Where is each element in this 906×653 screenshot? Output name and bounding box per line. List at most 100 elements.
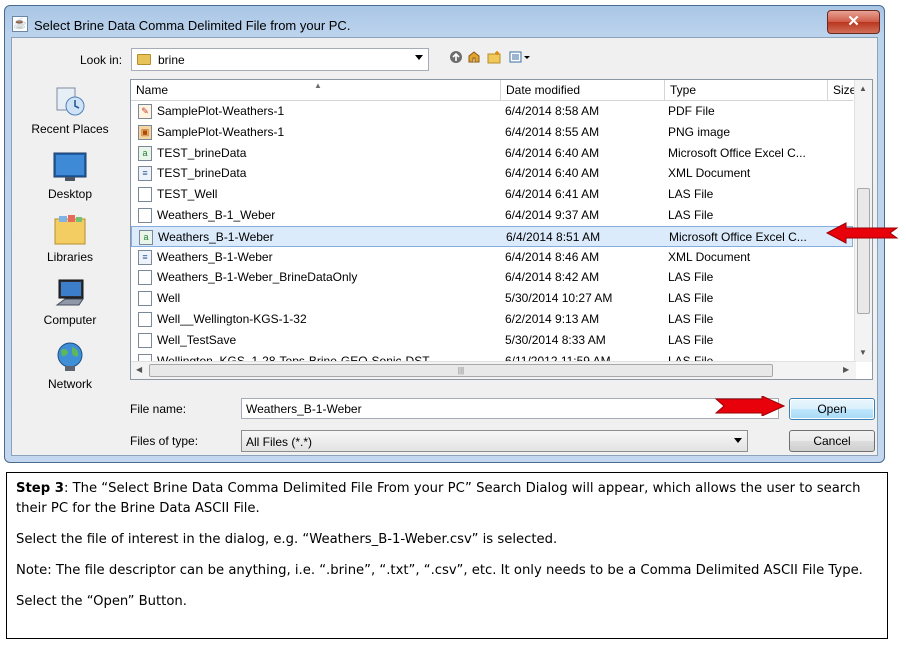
file-date-modified: 6/4/2014 6:40 AM: [505, 166, 600, 181]
file-name: TEST_brineData: [157, 166, 247, 181]
file-date-modified: 6/2/2014 9:13 AM: [505, 312, 600, 326]
las-file-icon: [138, 312, 152, 327]
up-one-level-icon[interactable]: [448, 50, 464, 66]
file-type: XML Document: [668, 249, 751, 264]
file-name: Weathers_B-1-Weber: [157, 249, 273, 264]
recent-places-icon: [53, 86, 87, 118]
dialog-body: Look in: brine Recent Places Desktop Lib…: [11, 37, 878, 456]
file-row[interactable]: ≡ TEST_brineData 6/4/2014 6:40 AM XML Docum…: [131, 163, 853, 184]
file-name: Weathers_B-1-Weber: [158, 229, 274, 244]
sort-ascending-icon: ▲: [314, 81, 322, 90]
caption-step: Step 3: The “Select Brine Data Comma Del…: [16, 479, 878, 519]
horizontal-scrollbar[interactable]: ◀ ||| ▶: [131, 361, 856, 379]
scroll-left-icon[interactable]: ◀: [136, 365, 142, 374]
libraries-icon: [53, 214, 87, 246]
instruction-caption: Step 3: The “Select Brine Data Comma Del…: [6, 472, 888, 639]
file-row[interactable]: Well_TestSave 5/30/2014 8:33 AM LAS File: [131, 330, 853, 351]
scroll-right-icon[interactable]: ▶: [843, 365, 849, 374]
place-label: Computer: [43, 313, 97, 327]
close-button[interactable]: ✕: [827, 10, 880, 34]
file-name-label: File name:: [130, 402, 187, 416]
las-file-icon: [138, 270, 152, 286]
excel-csv-file-icon: a: [139, 229, 153, 245]
file-row[interactable]: a TEST_brineData 6/4/2014 6:40 AM Microsoft…: [131, 143, 853, 164]
file-name: Well__Wellington-KGS-1-32: [157, 312, 307, 326]
file-list[interactable]: Name ▲ Date modified Type Size ✎ SamplePl…: [130, 79, 873, 380]
chevron-down-icon: [734, 438, 742, 443]
file-name: Weathers_B-1_Weber: [157, 208, 276, 222]
place-libraries[interactable]: Libraries: [22, 214, 118, 264]
scroll-down-icon[interactable]: ▼: [859, 348, 867, 357]
file-name-input[interactable]: Weathers_B-1-Weber: [241, 398, 779, 419]
file-date-modified: 6/4/2014 8:55 AM: [505, 124, 600, 139]
place-network[interactable]: Network: [22, 341, 118, 391]
file-date-modified: 6/4/2014 6:41 AM: [505, 187, 600, 202]
place-label: Network: [47, 377, 92, 391]
file-type: Microsoft Office Excel C...: [669, 229, 807, 244]
file-name: TEST_brineData: [157, 145, 247, 160]
file-date-modified: 6/4/2014 8:46 AM: [505, 249, 600, 264]
file-type: Microsoft Office Excel C...: [668, 145, 806, 160]
network-icon: [53, 341, 87, 373]
file-row[interactable]: ▣ SamplePlot-Weathers-1 6/4/2014 8:55 AM PN…: [131, 122, 853, 143]
file-name: SamplePlot-Weathers-1: [157, 124, 285, 139]
xml-file-icon: ≡: [138, 166, 152, 182]
new-folder-icon[interactable]: [486, 50, 502, 66]
file-type: LAS File: [668, 291, 714, 306]
las-file-icon: [138, 332, 152, 348]
caption-paragraph: Select the “Open” Button.: [16, 594, 187, 609]
file-row[interactable]: Well 5/30/2014 10:27 AM LAS File: [131, 288, 853, 309]
file-type: XML Document: [668, 166, 751, 181]
file-type: LAS File: [668, 312, 714, 326]
look-in-label: Look in:: [80, 53, 123, 67]
desktop-icon: [53, 151, 87, 183]
file-name: Weathers_B-1-Weber_BrineDataOnly: [157, 270, 358, 285]
place-recent-places[interactable]: Recent Places: [22, 86, 118, 136]
file-row[interactable]: Well__Wellington-KGS-1-32 6/2/2014 9:13 A…: [131, 309, 853, 330]
annotation-arrow-open-button: [715, 396, 785, 416]
cancel-button[interactable]: Cancel: [789, 430, 875, 452]
png-file-icon: ▣: [138, 124, 152, 140]
dialog-title: Select Brine Data Comma Delimited File f…: [34, 18, 351, 33]
file-row-selected[interactable]: a Weathers_B-1-Weber 6/4/2014 8:51 AM Micro…: [131, 225, 853, 247]
file-row[interactable]: Weathers_B-1_Weber 6/4/2014 9:37 AM LAS Fi…: [131, 205, 853, 226]
home-icon[interactable]: [466, 50, 482, 66]
title-bar[interactable]: ☕ Select Brine Data Comma Delimited File…: [5, 6, 884, 36]
las-file-icon: [138, 291, 152, 307]
files-of-type-dropdown[interactable]: All Files (*.*): [241, 430, 748, 452]
pdf-file-icon: ✎: [138, 104, 152, 119]
open-button[interactable]: Open: [789, 398, 875, 420]
look-in-dropdown[interactable]: brine: [131, 48, 429, 71]
file-date-modified: 5/30/2014 10:27 AM: [505, 291, 613, 306]
vertical-scrollbar[interactable]: ▲ ▼: [854, 80, 872, 362]
java-app-icon: ☕: [12, 16, 28, 32]
file-date-modified: 6/4/2014 8:42 AM: [505, 270, 600, 285]
file-name: Well: [157, 291, 181, 306]
column-header-date[interactable]: Date modified: [501, 80, 665, 100]
file-row[interactable]: ✎ SamplePlot-Weathers-1 6/4/2014 8:58 AM PD…: [131, 101, 853, 122]
annotation-arrow-selected-file: [826, 222, 898, 244]
excel-csv-file-icon: a: [138, 145, 152, 161]
file-date-modified: 5/30/2014 8:33 AM: [505, 332, 606, 347]
file-date-modified: 6/4/2014 8:51 AM: [506, 229, 601, 244]
look-in-value: brine: [158, 53, 185, 67]
chevron-down-icon: [415, 55, 423, 60]
scroll-up-icon[interactable]: ▲: [859, 84, 867, 93]
file-row[interactable]: ≡ Weathers_B-1-Weber 6/4/2014 8:46 AM XML D…: [131, 247, 853, 268]
view-menu-icon[interactable]: [508, 50, 532, 66]
place-label: Recent Places: [31, 122, 109, 136]
place-desktop[interactable]: Desktop: [22, 151, 118, 201]
place-label: Desktop: [47, 187, 93, 201]
file-row[interactable]: Weathers_B-1-Weber_BrineDataOnly 6/4/2014…: [131, 267, 853, 288]
files-of-type-label: Files of type:: [130, 434, 199, 448]
place-computer[interactable]: Computer: [22, 277, 118, 327]
step-text: : The “Select Brine Data Comma Delimited…: [16, 481, 861, 516]
file-chooser-dialog: ☕ Select Brine Data Comma Delimited File…: [4, 5, 885, 463]
file-row[interactable]: TEST_Well 6/4/2014 6:41 AM LAS File: [131, 184, 853, 205]
file-type: PNG image: [668, 124, 731, 139]
file-name: SamplePlot-Weathers-1: [157, 104, 285, 118]
file-type: LAS File: [668, 187, 714, 202]
horizontal-scroll-thumb[interactable]: |||: [149, 364, 773, 377]
vertical-scroll-thumb[interactable]: [857, 188, 870, 314]
column-header-type[interactable]: Type: [665, 80, 828, 100]
